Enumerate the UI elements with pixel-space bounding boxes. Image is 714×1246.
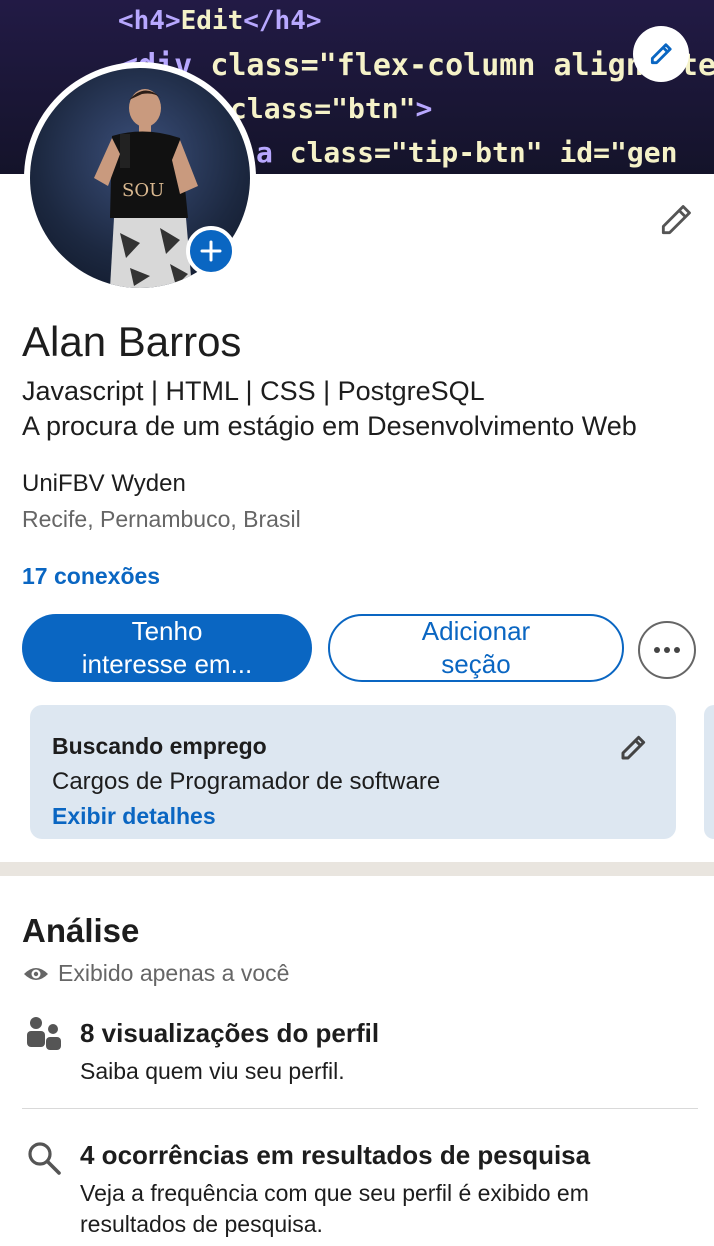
add-photo-button[interactable] — [186, 226, 236, 276]
more-actions-button[interactable] — [638, 621, 696, 679]
analytics-divider — [22, 1108, 698, 1109]
open-to-work-details-link[interactable]: Exibir detalhes — [52, 803, 216, 830]
pencil-icon — [661, 205, 691, 235]
code-tag: <h4> — [118, 6, 181, 36]
profile-headline: Javascript | HTML | CSS | PostgreSQL A p… — [22, 374, 702, 444]
open-to-work-card[interactable]: Buscando emprego Cargos de Programador d… — [30, 705, 676, 839]
code-text: class="tip-btn" id="gen — [289, 136, 678, 169]
profile-views-link[interactable]: 8 visualizações do perfil — [80, 1018, 379, 1049]
open-to-work-title: Buscando emprego — [52, 733, 267, 759]
analytics-visibility: Exibido apenas a você — [22, 960, 289, 987]
code-tag: a — [256, 136, 290, 169]
pencil-icon[interactable] — [618, 733, 648, 763]
code-tag: > — [415, 92, 433, 125]
analytics-title: Análise — [22, 912, 140, 949]
more-icon-dot — [664, 647, 670, 653]
more-icon-dot — [674, 647, 680, 653]
section-divider — [0, 862, 714, 876]
add-section-label-line-1: Adicionar — [421, 616, 531, 646]
visibility-text: Exibido apenas a você — [58, 960, 290, 986]
open-to-label-line-1: Tenho — [131, 616, 203, 646]
code-text: Edit — [180, 6, 244, 36]
banner-code-line-3: class="btn"> — [230, 92, 432, 125]
add-section-button[interactable]: Adicionar seção — [328, 614, 624, 682]
headline-line-1: Javascript | HTML | CSS | PostgreSQL — [22, 376, 485, 406]
edit-profile-button[interactable] — [652, 196, 700, 244]
banner-code-line-2: <div class="flex-column align-iter — [120, 48, 714, 83]
open-to-work-roles: Cargos de Programador de software — [52, 768, 441, 795]
connections-link[interactable]: 17 conexões — [22, 563, 160, 590]
people-icon — [27, 1017, 61, 1050]
headline-line-2: A procura de um estágio em Desenvolvimen… — [22, 411, 637, 441]
profile-education[interactable]: UniFBV Wyden — [22, 470, 186, 498]
edit-banner-button[interactable] — [633, 26, 689, 82]
code-tag: </h4> — [243, 6, 322, 36]
open-to-button[interactable]: Tenho interesse em... — [22, 614, 312, 682]
shirt-text: SOU — [122, 180, 164, 201]
next-card-peek[interactable] — [704, 705, 714, 839]
more-icon — [654, 647, 660, 653]
code-text: class="btn" — [230, 92, 416, 125]
eye-icon — [24, 967, 48, 980]
profile-views-description: Saiba quem viu seu perfil. — [80, 1058, 345, 1084]
banner-code-line-4: a class="tip-btn" id="gen — [256, 136, 677, 169]
open-to-label-line-2: interesse em... — [81, 649, 253, 679]
banner-code-line-1: <h4>Edit</h4> — [118, 6, 322, 36]
search-appearances-link[interactable]: 4 ocorrências em resultados de pesquisa — [80, 1140, 590, 1171]
profile-location: Recife, Pernambuco, Brasil — [22, 506, 301, 532]
search-appearances-description: Veja a frequência com que seu perfil é e… — [80, 1180, 589, 1237]
profile-name: Alan Barros — [22, 318, 242, 365]
pencil-icon — [650, 43, 672, 65]
search-icon — [28, 1142, 61, 1175]
add-section-label-line-2: seção — [441, 649, 511, 679]
plus-icon — [200, 240, 222, 262]
